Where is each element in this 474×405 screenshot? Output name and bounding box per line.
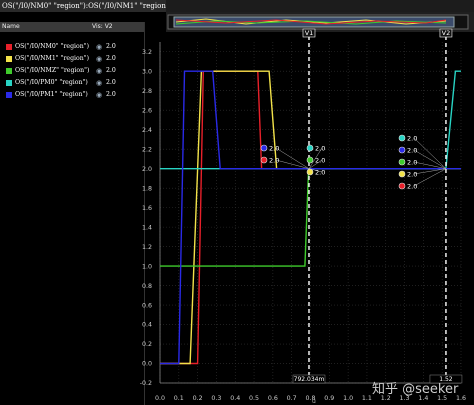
signal-value: 2.0	[106, 91, 116, 98]
x-tick-label: 0.9	[324, 395, 334, 402]
marker-a-value: 2.0	[269, 157, 279, 165]
marker-c-dot	[398, 158, 406, 166]
eye-icon[interactable]: ◉	[96, 89, 102, 101]
x-tick-label: 0.2	[193, 395, 203, 402]
plot-series	[160, 70, 461, 365]
cursor-readout-1: 792.034m	[294, 376, 325, 383]
plot-background	[160, 42, 461, 383]
signal-row-nm1[interactable]: OS("/I0/NM1" "region") ◉ 2.0	[0, 53, 144, 65]
plot-axes: 0.0 0.1 0.2 0.3 0.4 0.5 0.6 0.7 0.8 0.9 1.0 1.1 1.2 1…	[140, 42, 466, 402]
signal-name: OS("/I0/PM0" "region")	[15, 79, 88, 86]
watermark-text: 知乎 @seeker	[372, 382, 459, 397]
panel-header: Name Vis: V2	[0, 22, 144, 32]
x-tick-label: 1.0	[343, 395, 353, 402]
header-name: Name	[2, 23, 20, 30]
marker-c-value: 2.0	[407, 147, 417, 155]
marker-a-leader	[275, 159, 310, 169]
x-axis-title: u	[312, 398, 316, 405]
marker-b-leader	[308, 147, 323, 169]
x-tick-label: 0.0	[155, 395, 165, 402]
title-strip	[166, 0, 474, 12]
signal-row-pm0[interactable]: OS("/I0/PM0" "region") ◉ 2.0	[0, 77, 144, 89]
series-line-1	[160, 70, 461, 365]
x-tick-label: 0.1	[174, 395, 184, 402]
swatch-icon	[6, 56, 12, 62]
signal-value: 2.0	[106, 67, 116, 74]
signal-row-nm0[interactable]: OS("/I0/NM0" "region") ◉ 2.0	[0, 41, 144, 53]
cursor-readout-box-1	[292, 374, 326, 384]
series-line-3	[160, 70, 461, 170]
marker-a-dot	[260, 156, 268, 164]
x-tick-label: 1.1	[362, 395, 372, 402]
series-line-0	[160, 70, 461, 365]
marker-c-value: 2.0	[407, 159, 417, 167]
signal-name: OS("/I0/NM1" "region")	[15, 55, 89, 62]
marker-b-value: 2.0	[315, 169, 325, 177]
swatch-icon	[6, 44, 12, 50]
marker-c-leader	[413, 149, 447, 169]
signal-row-pm1[interactable]: OS("/I0/PM1" "region") ◉ 2.0	[0, 89, 144, 101]
plot-grid	[159, 42, 462, 384]
x-tick-label: 0.5	[249, 395, 259, 402]
plot-markers: 2.0 2.0 2.0 2.0 2.0 2.0 2.0 2.0 2.0 2.0	[260, 134, 447, 191]
series-line-4	[160, 70, 461, 365]
swatch-icon	[6, 92, 12, 98]
marker-b-value: 2.0	[315, 157, 325, 165]
signal-value: 2.0	[106, 55, 116, 62]
overview-strip[interactable]	[166, 12, 474, 32]
marker-c-value: 2.0	[407, 135, 417, 143]
marker-b-dot	[306, 144, 314, 152]
x-tick-label: 0.4	[230, 395, 240, 402]
signal-name: OS("/I0/NMZ" "region")	[15, 67, 90, 74]
swatch-icon	[6, 68, 12, 74]
marker-c-value: 2.0	[407, 183, 417, 191]
swatch-icon	[6, 80, 12, 86]
signal-panel: Name Vis: V2 OS("/I0/NM0" "region") ◉ 2.…	[0, 22, 145, 405]
series-line-2	[160, 168, 461, 267]
marker-c-value: 2.0	[407, 171, 417, 179]
x-tick-label: 0.3	[211, 395, 221, 402]
x-tick-label: 0.7	[287, 395, 297, 402]
marker-c-leader	[413, 168, 447, 187]
marker-c-dot	[398, 182, 406, 190]
marker-a-dot	[260, 144, 268, 152]
header-value: Vis: V2	[92, 23, 113, 30]
plot-cursors: V1792.034mV21.52	[292, 28, 463, 384]
x-tick-label: 0.8	[305, 395, 315, 402]
marker-c-leader	[413, 168, 446, 175]
eye-icon[interactable]: ◉	[96, 41, 102, 53]
signal-name: OS("/I0/PM1" "region")	[15, 91, 88, 98]
signal-value: 2.0	[106, 79, 116, 86]
marker-a-leader	[275, 147, 310, 169]
overview-thumbnail[interactable]	[166, 12, 474, 32]
signal-row-nmz[interactable]: OS("/I0/NMZ" "region") ◉ 2.0	[0, 65, 144, 77]
eye-icon[interactable]: ◉	[96, 77, 102, 89]
marker-b-dot	[306, 156, 314, 164]
marker-a-value: 2.0	[269, 145, 279, 153]
marker-c-leader	[413, 161, 447, 169]
marker-b-value: 2.0	[315, 145, 325, 153]
marker-c-dot	[398, 170, 406, 178]
signal-name: OS("/I0/NM0" "region")	[15, 43, 89, 50]
x-tick-label: 0.6	[268, 395, 278, 402]
signal-value: 2.0	[106, 43, 116, 50]
marker-c-dot	[398, 134, 406, 142]
marker-b-leader	[308, 159, 323, 169]
marker-c-leader	[413, 137, 447, 169]
marker-b-dot	[306, 168, 314, 176]
eye-icon[interactable]: ◉	[96, 65, 102, 77]
window-title: OS("/I0/NM0" "region"):OS("/I0/NM1" "reg…	[0, 0, 166, 12]
eye-icon[interactable]: ◉	[96, 53, 102, 65]
marker-b-leader	[308, 168, 323, 173]
marker-c-dot	[398, 146, 406, 154]
